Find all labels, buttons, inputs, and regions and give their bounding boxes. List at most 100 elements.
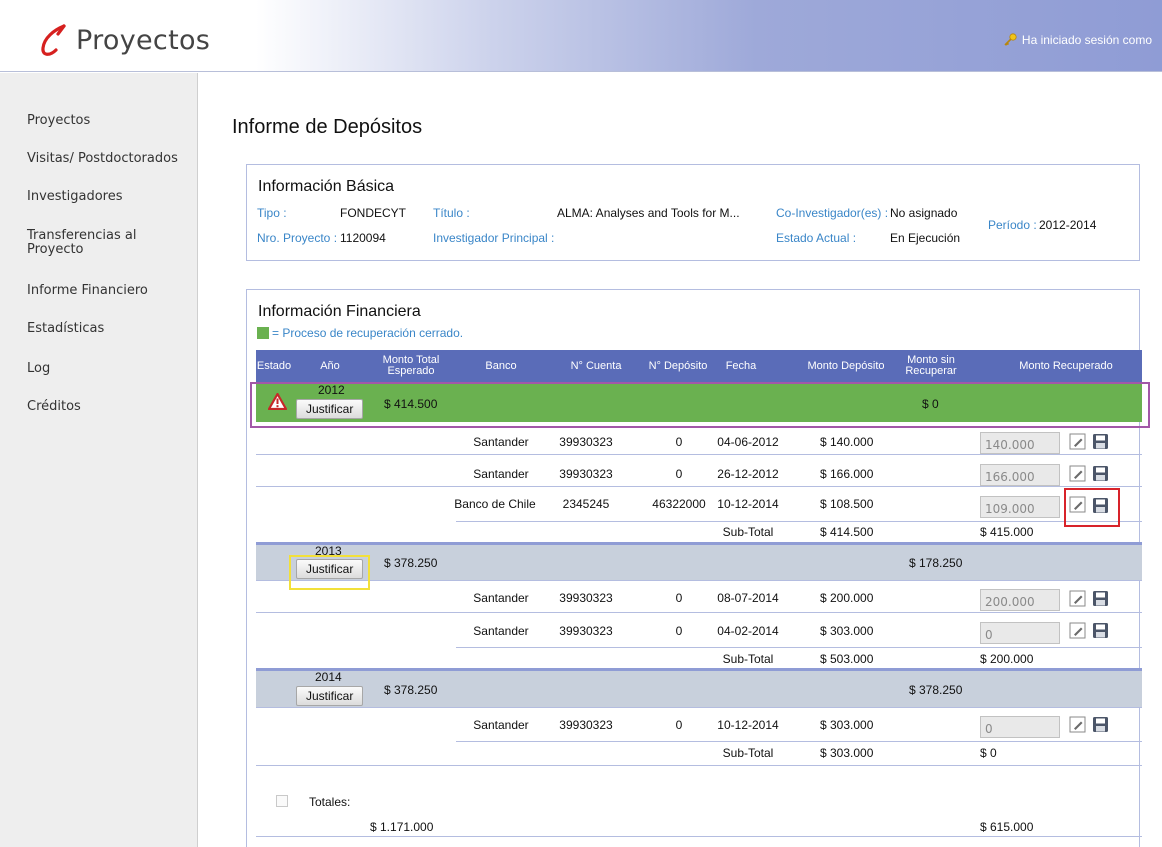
session-info: Ha iniciado sesión como: [1002, 33, 1152, 47]
subtotal-deposit: $ 303.000: [820, 746, 874, 760]
recovered-amount-input[interactable]: [980, 622, 1060, 644]
col-cuenta: N° Cuenta: [570, 360, 622, 372]
periodo-value: 2012-2014: [1039, 218, 1097, 232]
deposit-account: 39930323: [559, 467, 613, 481]
recovered-amount-input[interactable]: [980, 464, 1060, 486]
save-icon[interactable]: [1092, 465, 1109, 482]
save-icon[interactable]: [1092, 433, 1109, 450]
deposit-bank: Banco de Chile: [454, 497, 536, 511]
col-monto-deposito: Monto Depósito: [807, 360, 885, 372]
sidebar-item-label-line2: Proyecto: [27, 242, 84, 257]
deposit-date: 10-12-2014: [717, 497, 779, 511]
col-sin-recuperar-line2: Recuperar: [905, 365, 957, 377]
financial-info-title: Información Financiera: [258, 303, 421, 320]
edit-icon[interactable]: [1069, 590, 1086, 607]
deposit-number: 0: [675, 718, 683, 732]
row-divider: [256, 580, 1142, 581]
periodo-label: Período :: [988, 218, 1037, 232]
legend-text: = Proceso de recuperación cerrado.: [272, 326, 464, 340]
sidebar-item-log[interactable]: Log: [27, 362, 50, 376]
deposit-bank: Santander: [473, 624, 529, 638]
session-text: Ha iniciado sesión como: [1021, 33, 1152, 47]
edit-icon[interactable]: [1069, 716, 1086, 733]
subtotal-label: Sub-Total: [722, 525, 774, 539]
deposit-bank: Santander: [473, 591, 529, 605]
unrecovered-2014: $ 378.250: [909, 683, 963, 697]
legend-green-swatch: [257, 327, 269, 339]
total-expected: $ 1.171.000: [370, 820, 434, 834]
row-divider: [256, 765, 1142, 766]
app-window: Proyectos Ha iniciado sesión como Proyec…: [0, 0, 1162, 847]
app-name: Proyectos: [76, 24, 211, 56]
deposit-number: 0: [675, 467, 683, 481]
sidebar-item-proyectos[interactable]: Proyectos: [27, 114, 90, 128]
sidebar-item-estadisticas[interactable]: Estadísticas: [27, 322, 104, 336]
row-divider: [456, 741, 1142, 742]
deposit-date: 04-06-2012: [717, 435, 779, 449]
subtotal-label: Sub-Total: [722, 746, 774, 760]
sidebar-item-investigadores[interactable]: Investigadores: [27, 190, 123, 204]
save-icon[interactable]: [1092, 590, 1109, 607]
deposit-date: 04-02-2014: [717, 624, 779, 638]
sidebar-item-informe-financiero[interactable]: Informe Financiero: [27, 284, 148, 298]
edit-icon[interactable]: [1069, 433, 1086, 450]
col-monto-total-line2: Esperado: [387, 365, 435, 377]
totals-label: Totales:: [309, 795, 351, 809]
sidebar-item-creditos[interactable]: Créditos: [27, 400, 81, 414]
subtotal-recovered: $ 415.000: [980, 525, 1034, 539]
col-estado: Estado: [256, 360, 292, 372]
recovered-amount-input[interactable]: [980, 716, 1060, 738]
deposit-account: 39930323: [559, 718, 613, 732]
col-monto-total: Monto Total Esperado: [371, 355, 451, 377]
deposit-amount: $ 108.500: [820, 497, 874, 511]
recovered-amount-input[interactable]: [980, 496, 1060, 518]
edit-icon[interactable]: [1069, 465, 1086, 482]
deposit-amount: $ 140.000: [820, 435, 874, 449]
coinvestigador-value: No asignado: [890, 206, 958, 220]
justificar-button-2014[interactable]: Justificar: [296, 686, 364, 706]
nro-proyecto-label: Nro. Proyecto :: [257, 231, 338, 245]
expected-2013: $ 378.250: [384, 556, 438, 570]
row-divider: [456, 647, 1142, 648]
row-divider: [256, 707, 1142, 708]
tipo-label: Tipo :: [257, 206, 287, 220]
nro-proyecto-value: 1120094: [340, 231, 386, 245]
deposit-number: 0: [675, 435, 683, 449]
basic-info-title: Información Básica: [258, 178, 395, 195]
deposit-bank: Santander: [473, 718, 529, 732]
totals-checkbox[interactable]: [276, 795, 288, 807]
sidebar-item-label: Transferencias al: [27, 228, 137, 243]
save-icon[interactable]: [1092, 716, 1109, 733]
total-recovered: $ 615.000: [980, 820, 1034, 834]
col-deposito: N° Depósito: [648, 360, 708, 372]
sidebar-item-transferencias[interactable]: Transferencias al Proyecto: [27, 229, 136, 257]
unrecovered-2013: $ 178.250: [909, 556, 963, 570]
col-monto-sin-recuperar: Monto sin Recuperar: [896, 355, 966, 377]
page-title: Informe de Depósitos: [232, 116, 423, 138]
save-icon[interactable]: [1092, 622, 1109, 639]
deposit-bank: Santander: [473, 435, 529, 449]
recovered-amount-input[interactable]: [980, 589, 1060, 611]
deposit-date: 08-07-2014: [717, 591, 779, 605]
deposit-account: 39930323: [559, 591, 613, 605]
col-fecha: Fecha: [725, 360, 757, 372]
investigador-principal-label: Investigador Principal :: [433, 231, 555, 245]
row-divider: [256, 836, 1142, 837]
deposit-date: 10-12-2014: [717, 718, 779, 732]
recovered-amount-input[interactable]: [980, 432, 1060, 454]
titulo-label: Título :: [433, 206, 470, 220]
app-logo[interactable]: Proyectos: [34, 20, 210, 60]
deposit-amount: $ 303.000: [820, 624, 874, 638]
estado-actual-value: En Ejecución: [890, 231, 961, 245]
year-2014: 2014: [315, 670, 342, 684]
top-header: Proyectos Ha iniciado sesión como: [0, 0, 1162, 72]
row-divider: [256, 612, 1142, 613]
subtotal-recovered: $ 200.000: [980, 652, 1034, 666]
table-header: Estado Año Monto Total Esperado Banco N°…: [256, 350, 1142, 382]
key-icon: [1004, 33, 1017, 46]
coinvestigador-label: Co-Investigador(es) :: [776, 206, 889, 220]
edit-icon[interactable]: [1069, 622, 1086, 639]
expected-2014: $ 378.250: [384, 683, 438, 697]
sidebar-item-visitas[interactable]: Visitas/ Postdoctorados: [27, 152, 178, 166]
deposit-account: 39930323: [559, 435, 613, 449]
